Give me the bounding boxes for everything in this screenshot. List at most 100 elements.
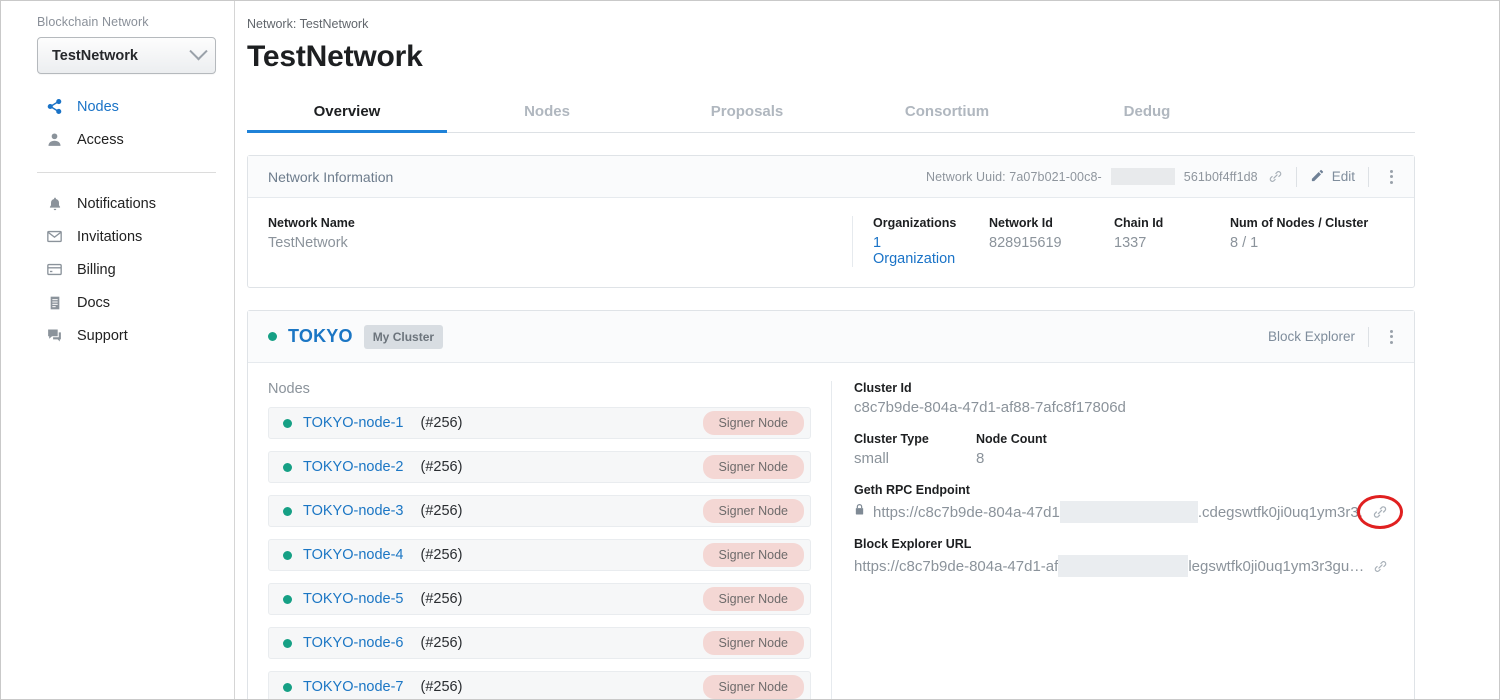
sidebar-item-notifications[interactable]: Notifications <box>1 187 234 220</box>
sidebar-item-invitations[interactable]: Invitations <box>1 220 234 253</box>
network-select-value: TestNetwork <box>52 47 138 64</box>
network-information-fields: Network Name TestNetwork Organizations 1… <box>268 216 1394 267</box>
field-value: TestNetwork <box>268 235 348 251</box>
node-name[interactable]: TOKYO-node-3 <box>303 503 403 519</box>
node-name[interactable]: TOKYO-node-5 <box>303 591 403 607</box>
share-nodes-icon <box>45 97 64 116</box>
field-num-nodes-cluster: Num of Nodes / Cluster 8 / 1 <box>1230 216 1394 267</box>
node-number: (#256) <box>420 459 463 475</box>
node-number: (#256) <box>420 415 463 431</box>
geth-rpc-endpoint-row: https://c8c7b9de-804a-47d1 .cdegswtfk0ji… <box>854 495 1403 529</box>
block-explorer-url-row: https://c8c7b9de-804a-47d1-af legswtfk0j… <box>854 555 1394 577</box>
node-name[interactable]: TOKYO-node-2 <box>303 459 403 475</box>
sidebar-item-docs[interactable]: Docs <box>1 286 234 319</box>
field-label: Network Id <box>989 216 1053 230</box>
network-select[interactable]: TestNetwork <box>37 37 216 74</box>
status-dot-online-icon <box>283 550 292 560</box>
cluster-name[interactable]: TOKYO <box>288 326 353 347</box>
table-row[interactable]: TOKYO-node-6 (#256) Signer Node <box>268 627 811 659</box>
sidebar-item-nodes[interactable]: Nodes <box>1 90 234 123</box>
cluster-type-count-row: Cluster Type small Node Count 8 <box>854 432 1394 483</box>
edit-button[interactable]: Edit <box>1310 168 1355 186</box>
main-content: Network: TestNetwork TestNetwork Overvie… <box>235 1 1499 699</box>
node-count-value: 8 <box>976 450 985 467</box>
status-dot-online-icon <box>283 418 292 428</box>
node-number: (#256) <box>420 635 463 651</box>
node-name[interactable]: TOKYO-node-7 <box>303 679 403 695</box>
cluster-type-value: small <box>854 450 890 467</box>
geth-copy-link-button[interactable] <box>1356 495 1403 529</box>
explorer-copy-link-button[interactable] <box>1373 559 1389 574</box>
cluster-identity: TOKYO My Cluster <box>268 324 444 349</box>
sidebar-item-label: Access <box>77 131 124 148</box>
cluster-type-field: Cluster Type small <box>854 432 976 483</box>
sidebar-item-support[interactable]: Support <box>1 319 234 352</box>
table-row[interactable]: TOKYO-node-2 (#256) Signer Node <box>268 451 811 483</box>
field-label: Chain Id <box>1114 216 1164 230</box>
field-label: Organizations <box>873 216 957 230</box>
node-number: (#256) <box>420 547 463 563</box>
status-dot-online-icon <box>283 594 292 604</box>
block-explorer-button[interactable]: Block Explorer <box>1268 329 1355 344</box>
node-name[interactable]: TOKYO-node-6 <box>303 635 403 651</box>
sidebar-item-access[interactable]: Access <box>1 123 234 156</box>
sidebar-nav-secondary: Notifications Invitations Billing Docs S… <box>1 187 234 352</box>
table-row[interactable]: TOKYO-node-4 (#256) Signer Node <box>268 539 811 571</box>
field-value: 8 / 1 <box>1230 235 1259 251</box>
table-row[interactable]: TOKYO-node-1 (#256) Signer Node <box>268 407 811 439</box>
table-row[interactable]: TOKYO-node-7 (#256) Signer Node <box>268 671 811 699</box>
sidebar-item-label: Docs <box>77 294 111 311</box>
status-badge: Signer Node <box>702 675 804 699</box>
explorer-url-suffix: legswtfk0ji0uq1ym3r3gu… <box>1188 557 1365 575</box>
tab-dedug[interactable]: Dedug <box>1047 94 1247 132</box>
node-number: (#256) <box>420 591 463 607</box>
person-icon <box>45 130 64 149</box>
field-value[interactable]: 1 Organization <box>873 235 963 267</box>
sidebar-item-billing[interactable]: Billing <box>1 253 234 286</box>
cluster-actions: Block Explorer <box>1268 326 1400 347</box>
node-info: TOKYO-node-6 (#256) <box>283 635 462 651</box>
node-count-label: Node Count <box>976 432 1047 446</box>
card-title: Network Information <box>268 168 394 185</box>
page-title: TestNetwork <box>247 40 423 73</box>
tab-overview[interactable]: Overview <box>247 94 447 133</box>
status-badge: Signer Node <box>702 411 804 435</box>
kebab-menu-icon[interactable] <box>1382 328 1400 346</box>
node-number: (#256) <box>420 503 463 519</box>
field-chain-id: Chain Id 1337 <box>1114 216 1230 267</box>
cluster-details-panel: Cluster Id c8c7b9de-804a-47d1-af88-7afc8… <box>832 381 1414 699</box>
tab-bar: Overview Nodes Proposals Consortium Dedu… <box>247 94 1415 133</box>
node-name[interactable]: TOKYO-node-4 <box>303 547 403 563</box>
tab-nodes[interactable]: Nodes <box>447 94 647 132</box>
divider <box>1368 166 1369 187</box>
field-organizations: Organizations 1 Organization <box>853 216 989 267</box>
node-list-panel: Nodes TOKYO-node-1 (#256) Signer Node TO… <box>248 381 832 699</box>
node-info: TOKYO-node-4 (#256) <box>283 547 462 563</box>
divider <box>1295 166 1297 187</box>
credit-card-icon <box>45 260 64 279</box>
sidebar-item-label: Billing <box>77 261 116 278</box>
my-cluster-badge: My Cluster <box>363 324 444 349</box>
redaction-box <box>1059 501 1198 523</box>
network-information-card: Network Information Network Uuid: 7a07b0… <box>247 155 1415 288</box>
field-network-id: Network Id 828915619 <box>989 216 1114 267</box>
sidebar-item-label: Nodes <box>77 98 119 115</box>
sidebar-item-label: Support <box>77 327 128 344</box>
explorer-url-prefix: https://c8c7b9de-804a-47d1-af <box>854 557 1059 575</box>
tab-consortium[interactable]: Consortium <box>847 94 1047 132</box>
geth-url-prefix: https://c8c7b9de-804a-47d1 <box>873 503 1060 521</box>
field-value: 1337 <box>1114 235 1147 251</box>
chat-icon <box>45 326 64 345</box>
link-icon[interactable] <box>1268 169 1283 184</box>
node-info: TOKYO-node-3 (#256) <box>283 503 462 519</box>
status-dot-online-icon <box>283 506 292 516</box>
nodes-header: Nodes <box>268 381 310 397</box>
app-window: Blockchain Network TestNetwork Nodes Acc… <box>0 0 1500 700</box>
table-row[interactable]: TOKYO-node-5 (#256) Signer Node <box>268 583 811 615</box>
kebab-menu-icon[interactable] <box>1382 168 1400 186</box>
tab-proposals[interactable]: Proposals <box>647 94 847 132</box>
status-badge: Signer Node <box>702 587 804 611</box>
node-name[interactable]: TOKYO-node-1 <box>303 415 403 431</box>
network-uuid-suffix: 561b0f4ff1d8 <box>1183 169 1258 184</box>
table-row[interactable]: TOKYO-node-3 (#256) Signer Node <box>268 495 811 527</box>
